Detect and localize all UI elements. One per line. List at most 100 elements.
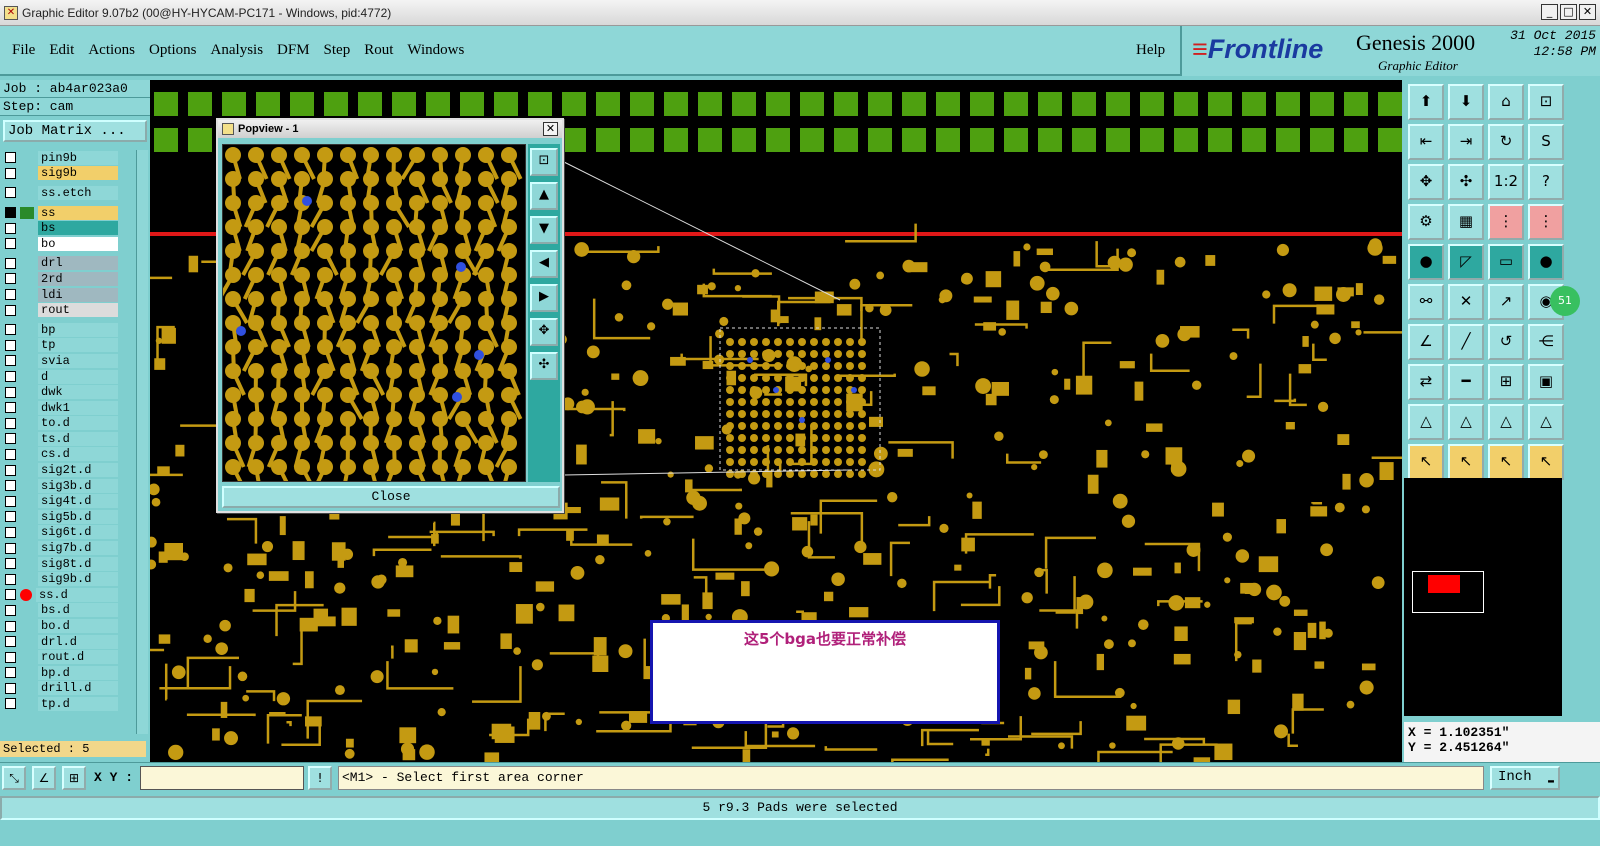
menu-actions[interactable]: Actions: [88, 42, 135, 59]
minimize-button[interactable]: _: [1541, 4, 1558, 20]
close-window-button[interactable]: ✕: [1579, 4, 1596, 20]
dot-icon[interactable]: ●: [1528, 244, 1564, 280]
layer-row[interactable]: drill.d: [0, 681, 136, 697]
alert-icon[interactable]: !: [308, 766, 332, 790]
popview-close-icon[interactable]: ✕: [543, 122, 558, 136]
badge-indicator[interactable]: 51: [1550, 286, 1580, 316]
tri-icon[interactable]: △: [1448, 404, 1484, 440]
layer-scrollbar[interactable]: [136, 150, 148, 734]
layer-checkbox[interactable]: [5, 417, 16, 429]
layer-checkbox[interactable]: [5, 339, 16, 351]
layer-row[interactable]: bs: [0, 220, 136, 236]
layer-checkbox[interactable]: [5, 222, 16, 234]
layer-checkbox[interactable]: [5, 464, 16, 476]
layer-checkbox[interactable]: [5, 289, 16, 301]
layer-checkbox[interactable]: [5, 511, 16, 523]
layer-checkbox[interactable]: [5, 187, 16, 199]
layer-row[interactable]: sig2t.d: [0, 462, 136, 478]
layer-row[interactable]: ldi: [0, 287, 136, 303]
popview-right-icon[interactable]: ▶: [530, 284, 558, 312]
layer-row[interactable]: sig9b: [0, 166, 136, 182]
dash-icon[interactable]: ━: [1448, 364, 1484, 400]
layer-row[interactable]: sig8t.d: [0, 556, 136, 572]
unit-select[interactable]: Inch ▬: [1490, 766, 1560, 790]
menu-windows[interactable]: Windows: [407, 42, 464, 59]
down-icon[interactable]: ⬇: [1448, 84, 1484, 120]
ruler-icon[interactable]: ▭: [1488, 244, 1524, 280]
grid-icon[interactable]: ▦: [1448, 204, 1484, 240]
cross-icon[interactable]: ✕: [1448, 284, 1484, 320]
ff-icon[interactable]: ⋲: [1528, 324, 1564, 360]
left-icon[interactable]: ⇤: [1408, 124, 1444, 160]
turn-icon[interactable]: ↻: [1488, 124, 1524, 160]
layer-checkbox[interactable]: [5, 573, 16, 585]
layer-row[interactable]: bo: [0, 236, 136, 252]
layer-row[interactable]: rout.d: [0, 649, 136, 665]
layer-row[interactable]: tp: [0, 338, 136, 354]
layer-checkbox[interactable]: [5, 304, 16, 316]
menu-analysis[interactable]: Analysis: [211, 42, 264, 59]
arrow-icon[interactable]: ↖: [1488, 444, 1524, 480]
popview-fit-icon[interactable]: ✥: [530, 318, 558, 346]
grid-toggle-icon[interactable]: ⊞: [62, 766, 86, 790]
zoom-icon[interactable]: ⊡: [1528, 84, 1564, 120]
layer-checkbox[interactable]: [5, 152, 16, 164]
layer-checkbox[interactable]: [5, 667, 16, 679]
menu-help[interactable]: Help: [1136, 42, 1165, 59]
layer-row[interactable]: ts.d: [0, 431, 136, 447]
layer-row[interactable]: sig4t.d: [0, 493, 136, 509]
layer-checkbox[interactable]: [5, 542, 16, 554]
wrench-icon[interactable]: ⚙: [1408, 204, 1444, 240]
arrow-icon[interactable]: ↖: [1448, 444, 1484, 480]
arrow-icon[interactable]: ↖: [1528, 444, 1564, 480]
fit-icon[interactable]: ✥: [1408, 164, 1444, 200]
layer-checkbox[interactable]: [5, 651, 16, 663]
layer-checkbox[interactable]: [5, 257, 16, 269]
layer-checkbox[interactable]: [5, 402, 16, 414]
layer-checkbox[interactable]: [5, 682, 16, 694]
layer-row[interactable]: dwk1: [0, 400, 136, 416]
layer-row[interactable]: bp: [0, 322, 136, 338]
tri-icon[interactable]: △: [1408, 404, 1444, 440]
measure-icon[interactable]: ∠: [32, 766, 56, 790]
traffic-icon[interactable]: ⋮: [1488, 204, 1524, 240]
arrow-icon[interactable]: ↖: [1408, 444, 1444, 480]
popview-left-icon[interactable]: ◀: [530, 250, 558, 278]
layer-row[interactable]: bs.d: [0, 603, 136, 619]
layer-row[interactable]: sig6t.d: [0, 525, 136, 541]
layer-row[interactable]: sig5b.d: [0, 509, 136, 525]
menu-edit[interactable]: Edit: [49, 42, 74, 59]
layer-checkbox[interactable]: [5, 355, 16, 367]
right-icon[interactable]: ⇥: [1448, 124, 1484, 160]
menu-file[interactable]: File: [12, 42, 35, 59]
arc-icon[interactable]: ↺: [1488, 324, 1524, 360]
layer-checkbox[interactable]: [5, 698, 16, 710]
menu-options[interactable]: Options: [149, 42, 197, 59]
layer-row[interactable]: sig3b.d: [0, 478, 136, 494]
layer-row[interactable]: sig7b.d: [0, 540, 136, 556]
s-icon[interactable]: S: [1528, 124, 1564, 160]
layer-row[interactable]: bo.d: [0, 618, 136, 634]
layer-row[interactable]: 2rd: [0, 271, 136, 287]
popview-center-icon[interactable]: ✣: [530, 352, 558, 380]
traffic-icon[interactable]: ⋮: [1528, 204, 1564, 240]
move-icon[interactable]: ⇄: [1408, 364, 1444, 400]
layer-row[interactable]: ss.etch: [0, 185, 136, 201]
select-box-icon[interactable]: ▣: [1528, 364, 1564, 400]
layer-checkbox[interactable]: [5, 273, 16, 285]
center-icon[interactable]: ✣: [1448, 164, 1484, 200]
link-icon[interactable]: ⚯: [1408, 284, 1444, 320]
layer-checkbox[interactable]: [5, 433, 16, 445]
layer-checkbox[interactable]: [5, 589, 16, 601]
home-icon[interactable]: ⌂: [1488, 84, 1524, 120]
menu-dfm[interactable]: DFM: [277, 42, 310, 59]
menu-step[interactable]: Step: [324, 42, 351, 59]
layer-checkbox[interactable]: [5, 324, 16, 336]
layer-checkbox[interactable]: [5, 448, 16, 460]
popview-zoom-image[interactable]: [222, 144, 526, 482]
layer-row[interactable]: bp.d: [0, 665, 136, 681]
overview-map[interactable]: [1404, 478, 1562, 716]
job-matrix-button[interactable]: Job Matrix ...: [3, 120, 147, 142]
layer-row[interactable]: to.d: [0, 416, 136, 432]
up-icon[interactable]: ⬆: [1408, 84, 1444, 120]
